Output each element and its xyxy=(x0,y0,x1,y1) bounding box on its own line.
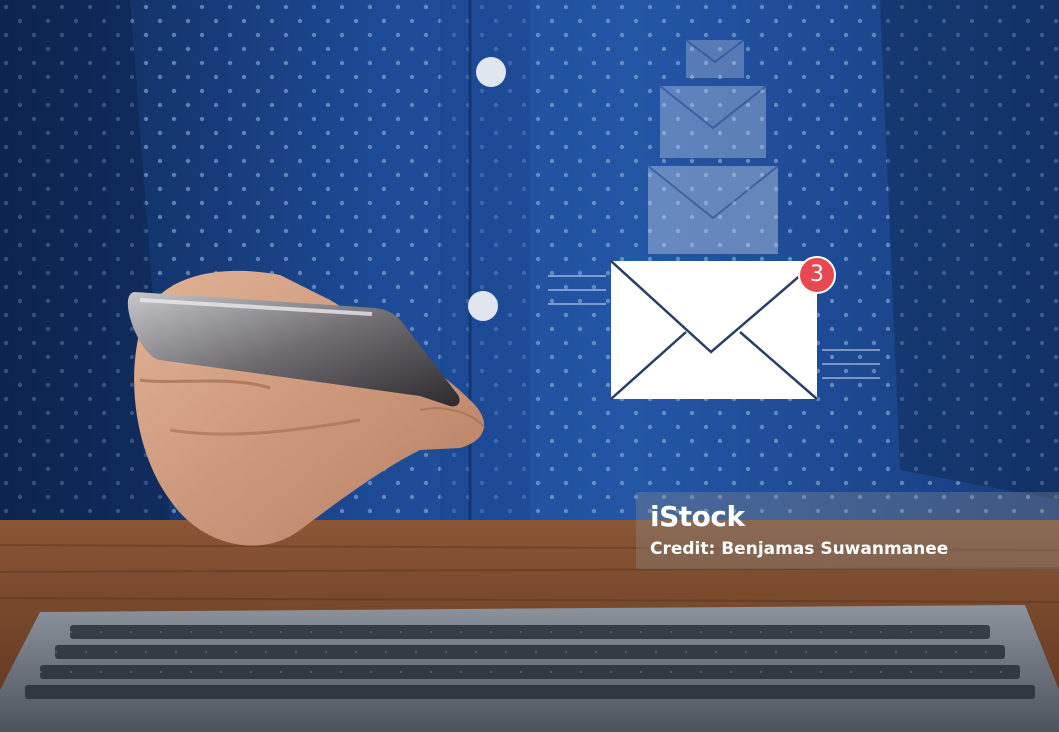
envelope-icon-faded xyxy=(647,165,779,254)
photo-illustration xyxy=(0,0,1059,732)
watermark-banner: iStock Credit: Benjamas Suwanmanee xyxy=(636,492,1059,569)
envelope-icon xyxy=(610,260,818,400)
stock-photo xyxy=(0,0,1059,732)
notification-count-badge: 3 xyxy=(798,256,836,294)
envelope-icon-faded xyxy=(685,39,745,78)
watermark-credit: Credit: Benjamas Suwanmanee xyxy=(650,539,949,559)
envelope-icon-faded xyxy=(659,85,767,158)
shirt-button xyxy=(468,291,498,321)
shirt-button xyxy=(476,57,506,87)
watermark-brand: iStock xyxy=(650,500,745,533)
